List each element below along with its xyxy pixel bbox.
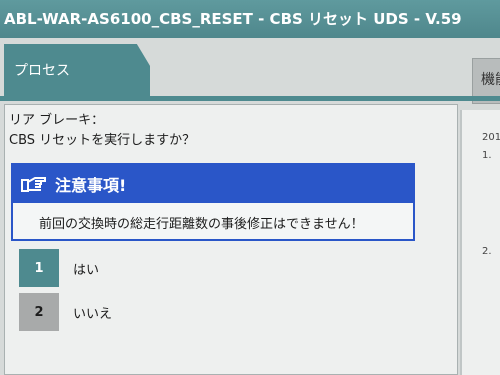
notice-header: 注意事項! — [13, 165, 413, 203]
tab-process-label: プロセス — [14, 63, 70, 79]
notice-text: 前回の交換時の総走行距離数の事後修正はできません！ — [39, 217, 364, 232]
history-item-1: 1. — [482, 150, 492, 161]
question-text: CBS リセットを実行しますか？ — [9, 133, 196, 148]
notice-title: 注意事項! — [55, 176, 127, 195]
pointing-hand-icon — [21, 177, 46, 192]
history-item-2: 2. — [482, 246, 492, 257]
window-title: ABL-WAR-AS6100_CBS_RESET - CBS リセット UDS … — [0, 0, 500, 38]
history-year: 2013 — [482, 132, 500, 143]
option-label: はい — [73, 262, 100, 278]
tab-divider — [0, 96, 500, 101]
option-label: いいえ — [73, 306, 113, 322]
option-yes[interactable]: 1 はい — [19, 249, 319, 287]
tab-machine-label: 機能 — [481, 72, 500, 88]
history-panel: 2013 1. 2. — [460, 110, 500, 375]
tab-process[interactable]: プロセス — [4, 44, 150, 96]
option-number: 2 — [19, 293, 59, 331]
option-number: 1 — [19, 249, 59, 287]
process-panel: リア ブレーキ： CBS リセットを実行しますか？ 注意事項! 前回の交換時の総… — [4, 104, 458, 375]
option-no[interactable]: 2 いいえ — [19, 293, 319, 331]
component-label: リア ブレーキ： — [9, 113, 105, 128]
notice-box: 注意事項! 前回の交換時の総走行距離数の事後修正はできません！ — [11, 163, 415, 241]
